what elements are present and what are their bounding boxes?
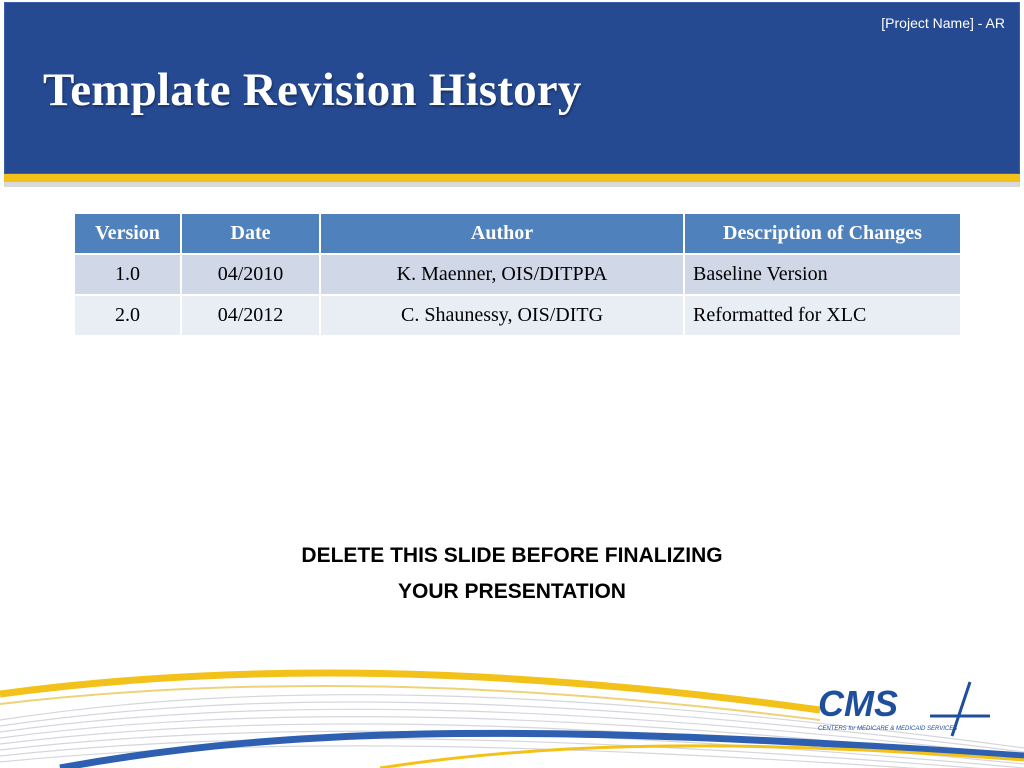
date-cell: 04/2010 [180,253,321,296]
cms-subtitle: CENTERS for MEDICARE & MEDICAID SERVICES [818,726,957,732]
delete-slide-notice: DELETE THIS SLIDE BEFORE FINALIZING YOUR… [0,538,1024,610]
project-name-tag: [Project Name] - AR [881,15,1005,31]
author-cell: C. Shaunessy, OIS/DITG [319,294,685,337]
version-cell: 1.0 [73,253,182,296]
notice-line-1: DELETE THIS SLIDE BEFORE FINALIZING [301,544,723,567]
table-row: 2.0 04/2012 C. Shaunessy, OIS/DITG Refor… [73,294,962,337]
column-header-author: Author [319,212,685,255]
author-cell: K. Maenner, OIS/DITPPA [319,253,685,296]
gold-divider [4,174,1020,182]
header-band: [Project Name] - AR Template Revision Hi… [4,2,1020,174]
column-header-version: Version [73,212,182,255]
notice-line-2: YOUR PRESENTATION [398,580,626,603]
cms-logo: CMS CENTERS for MEDICARE & MEDICAID SERV… [818,681,990,737]
description-cell: Baseline Version [683,253,962,296]
table-row: 1.0 04/2010 K. Maenner, OIS/DITPPA Basel… [73,253,962,296]
column-header-date: Date [180,212,321,255]
date-cell: 04/2012 [180,294,321,337]
cms-wordmark: CMS [818,683,898,724]
table-header-row: Version Date Author Description of Chang… [73,212,962,255]
revision-history-table: Version Date Author Description of Chang… [73,212,962,337]
description-cell: Reformatted for XLC [683,294,962,337]
column-header-description: Description of Changes [683,212,962,255]
gray-divider [4,182,1020,187]
version-cell: 2.0 [73,294,182,337]
slide-title: Template Revision History [43,64,582,116]
